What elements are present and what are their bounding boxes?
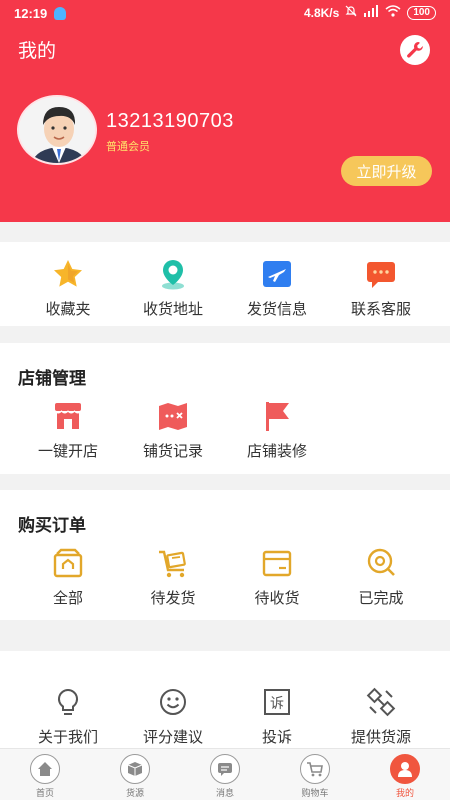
location-icon (118, 256, 228, 292)
status-indicators: 4.8K/s 100 (304, 5, 436, 20)
complaint-label: 投诉 (261, 729, 292, 746)
wifi-icon (385, 5, 401, 20)
tab-messages[interactable]: 消息 (180, 749, 270, 800)
battery-indicator: 100 (407, 5, 436, 20)
avatar[interactable] (17, 95, 97, 165)
all-orders-icon (13, 545, 123, 581)
chat-icon (326, 256, 436, 292)
complaint-item[interactable]: 诉 投诉 (222, 684, 332, 747)
customer-service-item[interactable]: 联系客服 (326, 256, 436, 319)
goods-icon (120, 754, 150, 784)
supply-source-label: 提供货源 (350, 729, 411, 746)
source-icon (326, 684, 436, 720)
tab-goods[interactable]: 货源 (90, 749, 180, 800)
svg-text:诉: 诉 (270, 696, 284, 712)
mute-bell-icon (345, 5, 357, 20)
tab-messages-label: 消息 (215, 788, 234, 798)
message-icon (210, 754, 240, 784)
bulb-icon (13, 684, 123, 720)
to-ship-label: 待发货 (150, 590, 196, 607)
store-section-title: 店铺管理 (18, 369, 86, 388)
to-receive-item[interactable]: 待收货 (222, 545, 332, 608)
all-orders-item[interactable]: 全部 (13, 545, 123, 608)
store-management-card: 店铺管理 一键开店 铺货记录 店铺装修 (0, 343, 450, 474)
tab-home-label: 首页 (35, 788, 54, 798)
shipping-info-label: 发货信息 (246, 301, 307, 318)
cart-tab-icon (300, 754, 330, 784)
quick-links-card: 收藏夹 收货地址 发货信息 联系客服 (0, 242, 450, 326)
about-us-label: 关于我们 (37, 729, 98, 746)
star-icon (13, 256, 123, 292)
status-time: 12:19 (14, 6, 48, 21)
profile-header: 12:19 4.8K/s 100 我的 13213190703 普通会员 立即升… (0, 0, 450, 222)
store-decor-label: 店铺装修 (246, 443, 307, 460)
profile-icon (390, 754, 420, 784)
listing-records-item[interactable]: 铺货记录 (118, 398, 228, 461)
orders-card: 购买订单 全部 待发货 待收货 已完成 (0, 490, 450, 620)
upgrade-button[interactable]: 立即升级 (341, 156, 432, 186)
more-card: 关于我们 评分建议 诉 投诉 提供货源 (0, 651, 450, 748)
all-orders-label: 全部 (52, 590, 83, 607)
plane-icon (222, 256, 332, 292)
about-us-item[interactable]: 关于我们 (13, 684, 123, 747)
tab-home[interactable]: 首页 (0, 749, 90, 800)
bottom-tab-bar: 首页 货源 消息 购物车 我的 (0, 748, 450, 800)
address-item[interactable]: 收货地址 (118, 256, 228, 319)
customer-service-label: 联系客服 (350, 301, 411, 318)
tab-profile-label: 我的 (395, 788, 414, 798)
signal-icon (363, 5, 379, 20)
orders-section-title: 购买订单 (18, 516, 86, 535)
search-done-icon (326, 545, 436, 581)
cart-icon (118, 545, 228, 581)
notification-icon (54, 7, 66, 20)
store-decor-item[interactable]: 店铺装修 (222, 398, 332, 461)
shipping-info-item[interactable]: 发货信息 (222, 256, 332, 319)
tab-cart[interactable]: 购物车 (270, 749, 360, 800)
completed-item[interactable]: 已完成 (326, 545, 436, 608)
completed-label: 已完成 (358, 590, 404, 607)
shop-icon (13, 398, 123, 434)
box-icon (222, 545, 332, 581)
feedback-label: 评分建议 (142, 729, 203, 746)
flag-icon (222, 398, 332, 434)
favorites-item[interactable]: 收藏夹 (13, 256, 123, 319)
feedback-item[interactable]: 评分建议 (118, 684, 228, 747)
settings-wrench-icon[interactable] (400, 35, 430, 65)
to-ship-item[interactable]: 待发货 (118, 545, 228, 608)
open-store-item[interactable]: 一键开店 (13, 398, 123, 461)
favorites-label: 收藏夹 (45, 301, 91, 318)
status-bar: 12:19 4.8K/s 100 (0, 0, 450, 28)
tab-profile[interactable]: 我的 (360, 749, 450, 800)
open-store-label: 一键开店 (37, 443, 98, 460)
member-level: 普通会员 (106, 141, 150, 153)
tab-cart-label: 购物车 (301, 788, 329, 798)
home-icon (30, 754, 60, 784)
tab-goods-label: 货源 (125, 788, 144, 798)
to-receive-label: 待收货 (254, 590, 300, 607)
user-phone: 13213190703 (106, 110, 234, 132)
network-speed: 4.8K/s (303, 5, 340, 20)
map-icon (118, 398, 228, 434)
address-label: 收货地址 (142, 301, 203, 318)
supply-source-item[interactable]: 提供货源 (326, 684, 436, 747)
page-title: 我的 (18, 41, 57, 62)
complaint-icon: 诉 (222, 684, 332, 720)
listing-records-label: 铺货记录 (142, 443, 203, 460)
smile-icon (118, 684, 228, 720)
